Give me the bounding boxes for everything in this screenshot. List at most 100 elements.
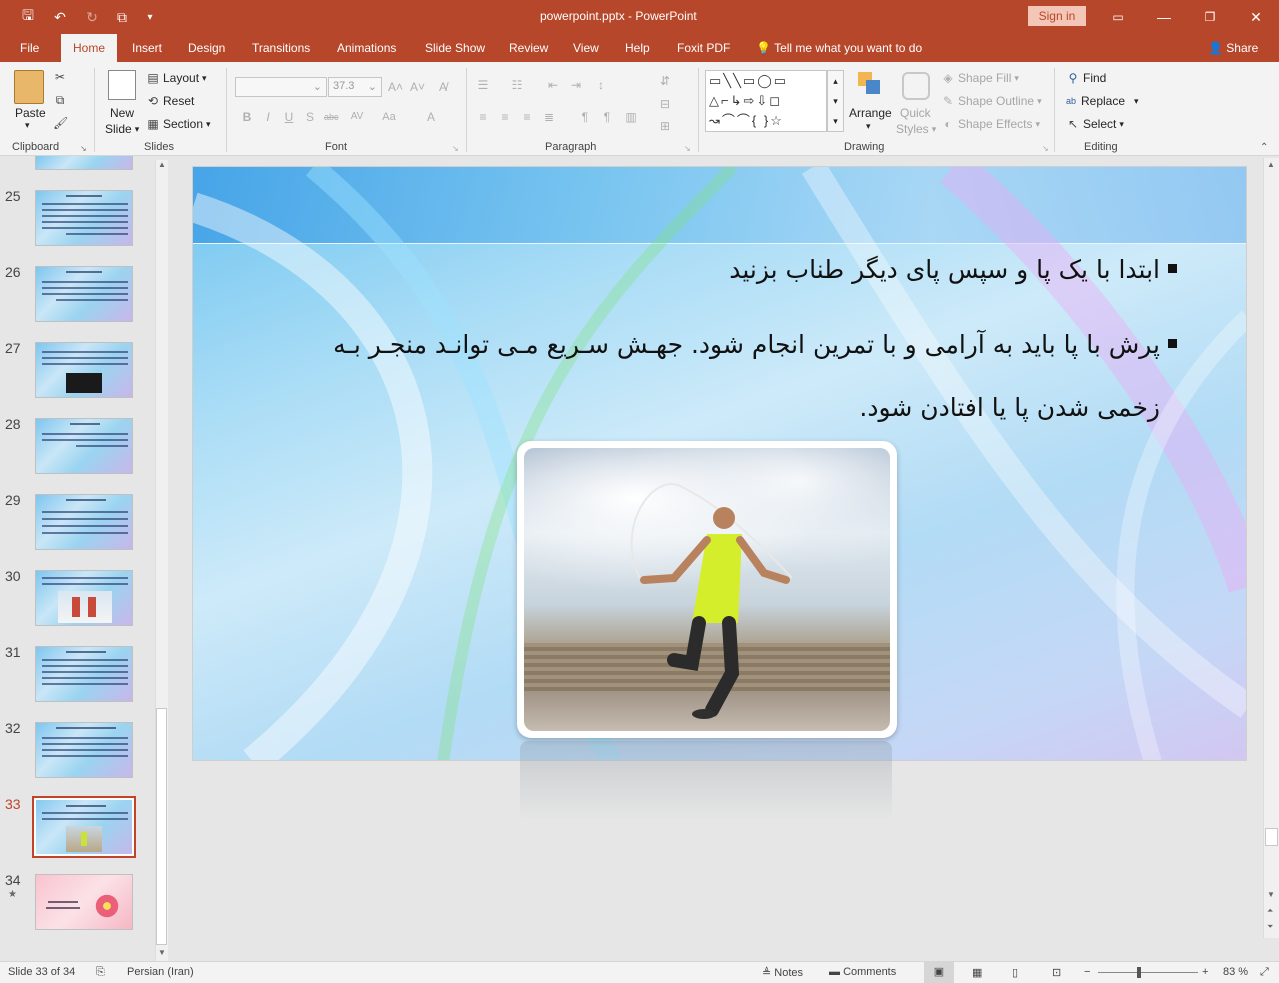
arrange-icon[interactable]: [858, 72, 882, 96]
line-spacing-icon[interactable]: ↕: [594, 78, 608, 92]
shape-effects-button[interactable]: ◐ Shape Effects ▾: [941, 117, 1040, 131]
slide-thumbnail-31[interactable]: [35, 646, 133, 702]
font-color-icon[interactable]: A: [424, 110, 438, 124]
scroll-down-icon[interactable]: ▼: [158, 948, 166, 957]
slide-thumbnail-27[interactable]: [35, 342, 133, 398]
zoom-slider-track[interactable]: [1098, 972, 1198, 973]
new-slide-button[interactable]: Slide ▾: [105, 122, 139, 136]
find-button[interactable]: ⚲ Find: [1066, 71, 1107, 85]
slide-thumbnail-33[interactable]: [32, 796, 136, 858]
zoom-out-icon[interactable]: −: [1084, 966, 1090, 978]
dialog-launcher-icon[interactable]: ↘: [1042, 144, 1049, 153]
decrease-indent-icon[interactable]: ⇤: [546, 78, 560, 92]
tab-slide-show[interactable]: Slide Show: [419, 34, 491, 62]
text-shadow-icon[interactable]: S: [303, 110, 317, 124]
align-center-icon[interactable]: ≡: [498, 110, 512, 124]
new-slide-label-1[interactable]: New: [110, 106, 134, 120]
previous-slide-icon[interactable]: ⏶: [1267, 906, 1273, 916]
paste-button[interactable]: Paste: [15, 106, 46, 120]
align-right-icon[interactable]: ≡: [520, 110, 534, 124]
scroll-thumb[interactable]: [156, 708, 167, 945]
thumbnail-scrollbar[interactable]: ▲ ▼: [155, 160, 168, 961]
numbering-icon[interactable]: ☷: [510, 78, 524, 92]
new-slide-icon[interactable]: [108, 70, 136, 100]
undo-icon[interactable]: ↶: [50, 7, 70, 27]
tab-foxit-pdf[interactable]: Foxit PDF: [671, 34, 736, 62]
redo-icon[interactable]: ↻: [82, 7, 102, 27]
slide-show-icon[interactable]: ⊡: [1052, 966, 1061, 979]
tab-home[interactable]: Home: [61, 34, 117, 62]
underline-icon[interactable]: U: [282, 110, 296, 124]
slide-canvas[interactable]: ابتدا با یک پا و سپس پای دیگر طناب بزنید…: [192, 166, 1247, 761]
scroll-up-icon[interactable]: ▲: [1267, 160, 1275, 169]
close-icon[interactable]: ✕: [1246, 7, 1266, 27]
scroll-down-icon[interactable]: ▼: [1267, 890, 1275, 899]
quick-styles-label-1[interactable]: Quick: [900, 106, 931, 120]
italic-icon[interactable]: I: [261, 110, 275, 124]
paste-icon[interactable]: [14, 70, 44, 104]
decrease-font-icon[interactable]: A˅: [410, 80, 425, 94]
share-button[interactable]: 👤 Share: [1202, 34, 1264, 62]
collapse-ribbon-icon[interactable]: ⌃: [1260, 142, 1268, 153]
zoom-slider-thumb[interactable]: [1137, 967, 1141, 978]
copy-icon[interactable]: ⧉: [53, 93, 67, 107]
rtl-icon[interactable]: ¶: [600, 110, 614, 124]
quick-styles-button[interactable]: Styles ▾: [896, 122, 936, 136]
reading-view-icon[interactable]: ▯: [1012, 966, 1018, 979]
tab-help[interactable]: Help: [619, 34, 656, 62]
language-indicator[interactable]: Persian (Iran): [127, 966, 194, 978]
bullets-icon[interactable]: ☰: [476, 78, 490, 92]
ribbon-display-options-icon[interactable]: ▭: [1108, 7, 1128, 27]
jump-rope-photo[interactable]: [517, 441, 897, 738]
slide-thumbnail-25[interactable]: [35, 190, 133, 246]
reset-button[interactable]: ⟲ Reset: [146, 94, 194, 108]
dialog-launcher-icon[interactable]: ↘: [684, 144, 691, 153]
slide-thumbnail-24[interactable]: [35, 156, 133, 170]
tab-file[interactable]: File: [14, 34, 45, 62]
scroll-up-icon[interactable]: ▲: [158, 160, 166, 169]
zoom-level[interactable]: 83 %: [1223, 966, 1248, 978]
zoom-in-icon[interactable]: +: [1202, 966, 1208, 978]
spell-check-icon[interactable]: ⎘: [96, 966, 105, 979]
quick-styles-icon[interactable]: [902, 72, 930, 100]
dialog-launcher-icon[interactable]: ↘: [452, 144, 459, 153]
layout-button[interactable]: ▤ Layout ▾: [146, 71, 206, 85]
tab-view[interactable]: View: [567, 34, 605, 62]
slide-sorter-icon[interactable]: ▦: [972, 966, 982, 979]
scroll-thumb[interactable]: [1265, 828, 1278, 846]
strikethrough-icon[interactable]: abc: [324, 110, 339, 124]
increase-indent-icon[interactable]: ⇥: [569, 78, 583, 92]
section-button[interactable]: ▦ Section ▾: [146, 117, 210, 131]
shapes-gallery-scroll[interactable]: ▴ ▾ ▾: [827, 70, 844, 132]
clear-formatting-icon[interactable]: A̸: [436, 80, 450, 94]
customize-qat-icon[interactable]: ▾: [140, 7, 160, 27]
comments-button[interactable]: ▬ Comments: [829, 966, 896, 978]
smartart-icon[interactable]: ⊞: [658, 119, 672, 133]
save-icon[interactable]: 🖫: [18, 7, 38, 27]
bullet-text-2-line-1[interactable]: پرش با پا باید به آرامی و با تمرین انجام…: [287, 330, 1160, 359]
next-slide-icon[interactable]: ⏷: [1267, 922, 1273, 932]
bullet-text-2-line-2[interactable]: زخمی شدن پا یا افتادن شود.: [859, 393, 1160, 422]
slide-scrollbar[interactable]: ▲ ▼ ⏶ ⏷: [1263, 158, 1279, 938]
start-slideshow-icon[interactable]: ⧉: [112, 7, 132, 27]
change-case-icon[interactable]: Aa: [382, 110, 396, 124]
tab-design[interactable]: Design: [182, 34, 231, 62]
justify-icon[interactable]: ≣: [542, 110, 556, 124]
align-left-icon[interactable]: ≡: [476, 110, 490, 124]
sign-in-button[interactable]: Sign in: [1028, 6, 1086, 26]
chevron-down-icon[interactable]: ▾: [866, 121, 871, 132]
tab-transitions[interactable]: Transitions: [246, 34, 316, 62]
fit-to-window-icon[interactable]: ⤢: [1260, 966, 1269, 979]
replace-button[interactable]: ab Replace ▾: [1064, 94, 1139, 108]
notes-button[interactable]: ≜ Notes: [762, 966, 803, 979]
ltr-icon[interactable]: ¶: [578, 110, 592, 124]
slide-thumbnail-29[interactable]: [35, 494, 133, 550]
tab-insert[interactable]: Insert: [126, 34, 168, 62]
tell-me-box[interactable]: 💡 Tell me what you want to do: [750, 34, 928, 62]
bullet-text-1[interactable]: ابتدا با یک پا و سپس پای دیگر طناب بزنید: [729, 255, 1160, 284]
font-name-combo[interactable]: ⌄: [235, 77, 327, 97]
bold-icon[interactable]: B: [240, 110, 254, 124]
arrange-button[interactable]: Arrange: [849, 106, 892, 120]
dialog-launcher-icon[interactable]: ↘: [80, 144, 87, 153]
minimize-icon[interactable]: —: [1154, 7, 1174, 27]
